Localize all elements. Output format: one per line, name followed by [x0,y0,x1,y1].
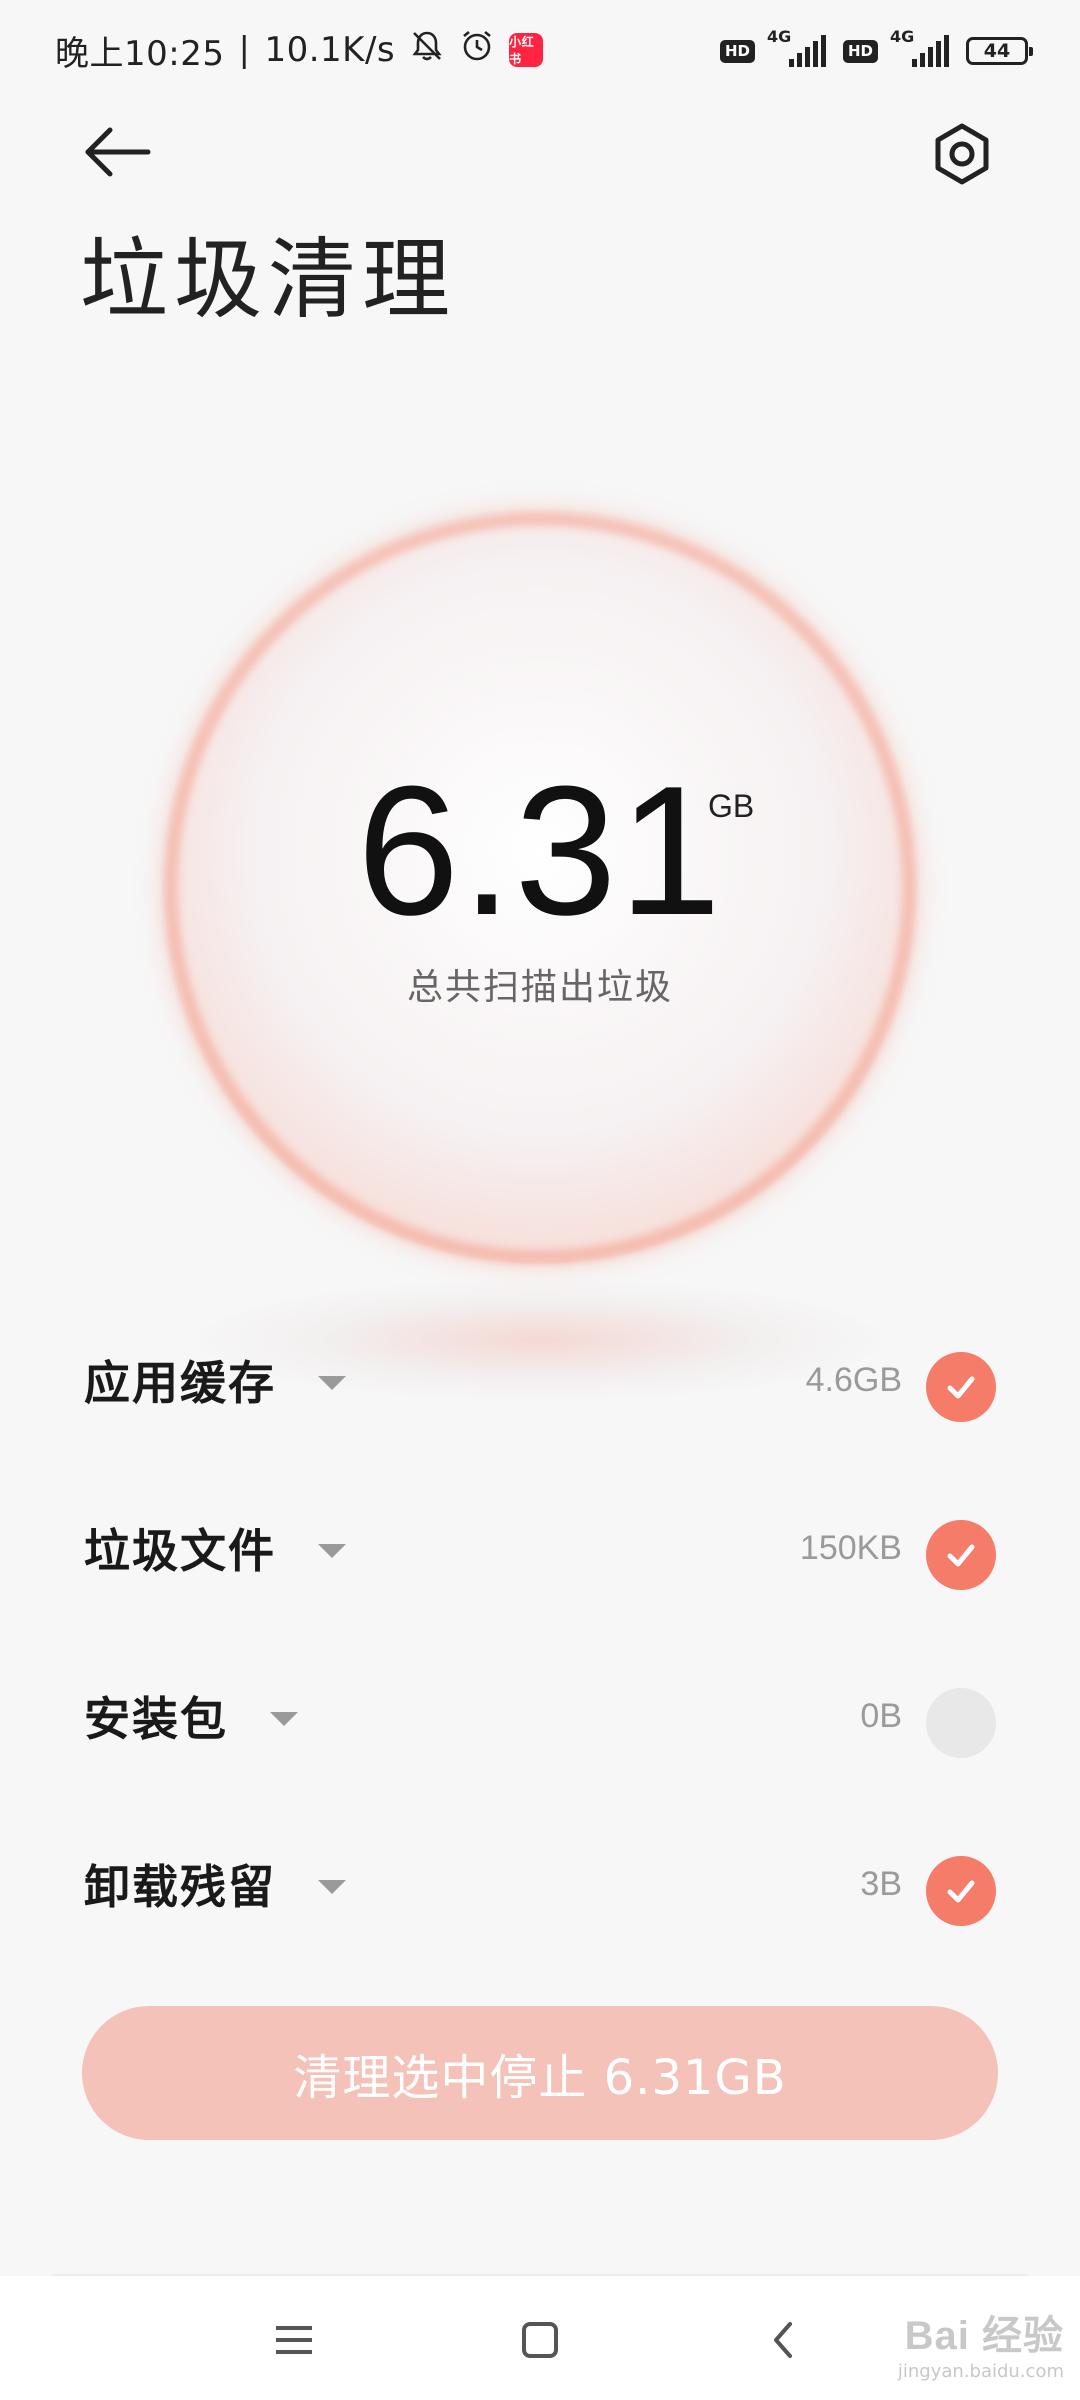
total-junk-caption: 总共扫描出垃圾 [406,967,673,1008]
battery-icon: 44 [966,37,1033,65]
chevron-down-icon[interactable] [318,1544,346,1558]
total-junk-unit: GB [708,788,755,824]
hd-badge-2: HD [842,39,878,63]
junk-row-junk-files[interactable]: 垃圾文件 150KB [0,1488,1080,1608]
row-label[interactable]: 应用缓存 [84,1320,346,1440]
settings-hexagon-icon [935,123,989,185]
watermark-sub: jingyan.baidu.com [897,2361,1064,2382]
row-label[interactable]: 垃圾文件 [84,1488,346,1608]
watermark-main: Bai 经验 [904,2314,1064,2358]
back-icon [774,2322,792,2358]
page-title: 垃圾清理 [80,228,457,331]
system-nav-bar: Bai 经验 jingyan.baidu.com [0,2276,1080,2400]
row-title: 应用缓存 [84,1356,276,1410]
alarm-icon [459,28,495,73]
watermark: Bai 经验 jingyan.baidu.com [898,2303,1064,2382]
signal-icon: 4G [890,27,954,71]
settings-button[interactable] [920,112,1004,196]
chevron-down-icon[interactable] [318,1880,346,1894]
app-notification-badge: 小红书 [509,33,544,67]
row-title: 安装包 [84,1692,228,1746]
hd-badge-1: HD [719,39,755,63]
row-checkbox[interactable] [926,1520,996,1590]
junk-row-install-packages[interactable]: 安装包 0B [0,1656,1080,1776]
battery-level: 44 [983,40,1011,62]
row-size: 0B [860,1696,902,1735]
row-label[interactable]: 卸载残留 [84,1824,346,1930]
status-right: HD 4G HD 4G 44 [719,26,1033,76]
network-speed: 10.1K/s [264,30,396,70]
checkmark-icon [947,1544,975,1567]
chevron-down-icon[interactable] [270,1712,298,1726]
junk-category-list: 应用缓存 4.6GB 垃圾文件 150KB 安装包 0B 卸载残留 3B [0,1320,1080,1930]
row-size: 3B [860,1864,902,1903]
junk-row-app-cache[interactable]: 应用缓存 4.6GB [0,1320,1080,1440]
home-icon [522,2322,558,2358]
clean-selected-button[interactable]: 清理选中停止 6.31GB [82,2006,998,2140]
row-checkbox[interactable] [926,1688,996,1758]
row-title: 垃圾文件 [84,1524,276,1578]
back-arrow-icon [85,127,151,177]
menu-icon [276,2326,312,2354]
recent-apps-button[interactable] [254,2300,334,2380]
junk-row-uninstall-residue[interactable]: 卸载残留 3B [0,1824,1080,1930]
mute-bell-icon [409,28,445,73]
row-title: 卸载残留 [84,1860,276,1914]
total-junk-value: 6.31 [356,747,724,953]
row-size: 4.6GB [805,1360,902,1399]
checkmark-icon [947,1880,975,1903]
status-bar: 晚上10:25 | 10.1K/s 小红书 HD 4G HD 4G 44 [0,0,1080,100]
screen: 晚上10:25 | 10.1K/s 小红书 HD 4G HD 4G 44 垃圾清… [0,0,1080,2400]
status-separator: | [238,30,251,70]
status-left: 晚上10:25 | 10.1K/s 小红书 [55,22,544,78]
chevron-down-icon[interactable] [318,1376,346,1390]
row-checkbox[interactable] [926,1352,996,1422]
back-button[interactable] [78,120,158,184]
nav-back-button[interactable] [744,2300,824,2380]
home-button[interactable] [500,2300,580,2380]
row-checkbox[interactable] [926,1856,996,1926]
row-label[interactable]: 安装包 [84,1656,298,1776]
row-size: 150KB [799,1528,902,1567]
signal-icon: 4G [767,27,831,71]
checkmark-icon [947,1376,975,1399]
status-time: 晚上10:25 [55,33,225,74]
scan-summary: 6.31 GB 总共扫描出垃圾 [0,480,1080,1440]
